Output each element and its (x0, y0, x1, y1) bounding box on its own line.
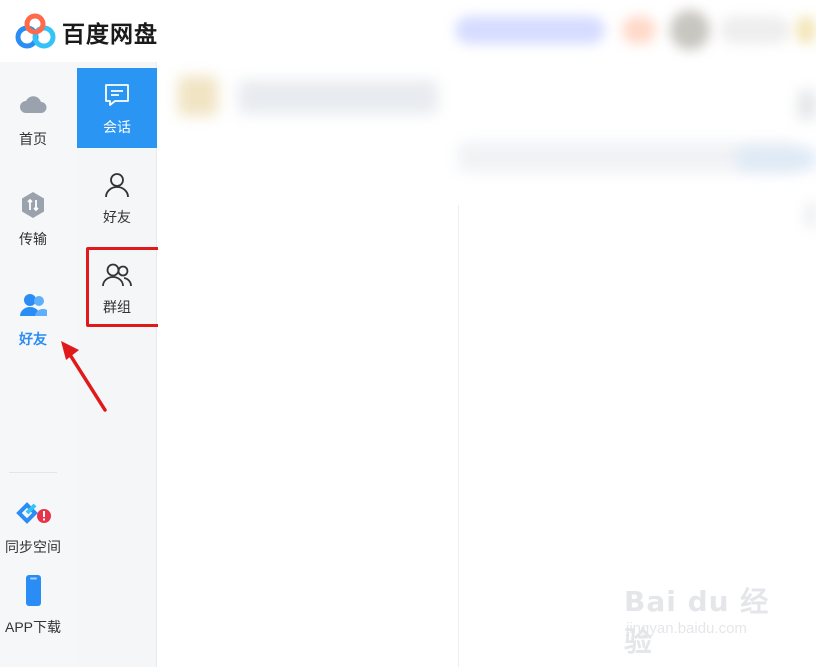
baidu-jingyan-watermark: Bai du 经验 jingyan.baidu.com (624, 580, 784, 658)
baidu-netdisk-logo-icon (15, 13, 56, 49)
blurred-content (738, 148, 816, 170)
app-name: 百度网盘 (62, 21, 158, 47)
subnav-label: 会话 (103, 119, 131, 135)
subnav-item-conversations[interactable]: 会话 (77, 68, 157, 148)
watermark-sub-text: jingyan.baidu.com (626, 620, 747, 637)
phone-icon (26, 575, 41, 606)
blurred-content (178, 76, 218, 116)
nav-label: APP下载 (4, 619, 61, 635)
nav-item-app-download[interactable]: APP下载 (0, 574, 66, 637)
friends-icon (20, 294, 47, 316)
cloud-icon (20, 96, 47, 113)
blurred-content (806, 202, 816, 228)
nav-label: 首页 (19, 131, 47, 147)
sync-space-icon (16, 502, 51, 524)
nav-item-sync-space[interactable]: 同步空间 (0, 498, 66, 557)
main-content (158, 62, 816, 667)
transfer-icon (22, 192, 44, 218)
blurred-header-item (622, 16, 656, 44)
blurred-header-item (720, 16, 790, 44)
nav-item-transfer[interactable]: 传输 (0, 190, 66, 249)
header: 百度网盘 (0, 0, 816, 62)
nav-divider (9, 472, 57, 473)
nav-label: 传输 (19, 231, 47, 247)
blurred-header-item (796, 16, 816, 44)
nav-item-home[interactable]: 首页 (0, 90, 66, 149)
subnav-label: 好友 (103, 209, 131, 225)
red-arrow-annotation (61, 341, 107, 412)
app-window: 百度网盘 首页 传输 好友 同步空间 APP下载 会话 好友 群组 Bai du… (0, 0, 816, 667)
blurred-content (238, 80, 438, 114)
blurred-content (798, 90, 816, 120)
blurred-header-item (455, 16, 605, 44)
app-logo[interactable]: 百度网盘 (14, 12, 158, 52)
chat-icon (105, 84, 129, 106)
pane-divider (458, 205, 459, 667)
blurred-avatar (670, 10, 710, 50)
user-icon (105, 173, 129, 198)
subnav-item-friends[interactable]: 好友 (77, 158, 157, 238)
nav-label: 同步空间 (5, 539, 61, 555)
